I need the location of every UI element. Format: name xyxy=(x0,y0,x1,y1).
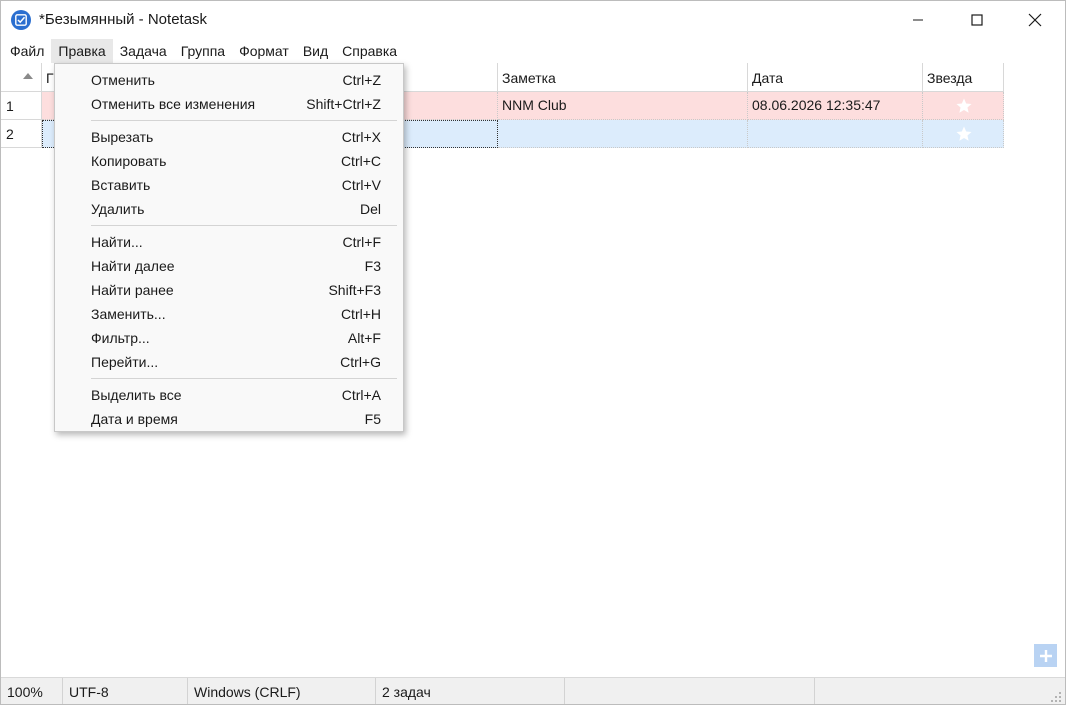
status-encoding: UTF-8 xyxy=(63,678,188,704)
row-number[interactable]: 2 xyxy=(1,120,42,148)
menu-separator xyxy=(91,378,397,379)
app-checkbox-icon xyxy=(11,10,31,30)
star-cell[interactable] xyxy=(923,92,1004,120)
menu-item-copy[interactable]: Копировать Ctrl+C xyxy=(55,149,403,173)
menu-edit[interactable]: Правка xyxy=(51,39,113,63)
menu-item-delete[interactable]: Удалить Del xyxy=(55,197,403,221)
status-task-count: 2 задач xyxy=(376,678,565,704)
note-cell[interactable] xyxy=(498,120,748,148)
menu-item-goto[interactable]: Перейти... Ctrl+G xyxy=(55,350,403,374)
edit-menu-dropdown: Отменить Ctrl+Z Отменить все изменения S… xyxy=(54,63,404,432)
maximize-button[interactable] xyxy=(954,1,1000,39)
close-icon xyxy=(1028,13,1042,27)
menu-item-replace[interactable]: Заменить... Ctrl+H xyxy=(55,302,403,326)
star-cell[interactable] xyxy=(923,120,1004,148)
title-bar[interactable]: *Безымянный - Notetask xyxy=(1,1,1065,39)
star-icon[interactable] xyxy=(955,125,973,143)
date-cell[interactable] xyxy=(748,120,923,148)
header-date[interactable]: Дата xyxy=(748,63,923,92)
menu-item-date-time[interactable]: Дата и время F5 xyxy=(55,407,403,431)
menu-item-select-all[interactable]: Выделить все Ctrl+A xyxy=(55,383,403,407)
add-task-button[interactable] xyxy=(1034,644,1057,667)
menu-item-undo-all[interactable]: Отменить все изменения Shift+Ctrl+Z xyxy=(55,92,403,116)
status-zoom: 100% xyxy=(1,678,63,704)
star-icon[interactable] xyxy=(955,97,973,115)
menu-format[interactable]: Формат xyxy=(232,39,296,63)
menu-item-paste[interactable]: Вставить Ctrl+V xyxy=(55,173,403,197)
status-empty-1 xyxy=(565,678,815,704)
row-number[interactable]: 1 xyxy=(1,92,42,120)
menu-item-cut[interactable]: Вырезать Ctrl+X xyxy=(55,125,403,149)
date-cell[interactable]: 08.06.2026 12:35:47 xyxy=(748,92,923,120)
close-button[interactable] xyxy=(1012,1,1058,39)
note-cell[interactable]: NNM Club xyxy=(498,92,748,120)
header-star[interactable]: Звезда xyxy=(923,63,1004,92)
menu-item-find-previous[interactable]: Найти ранее Shift+F3 xyxy=(55,278,403,302)
menu-help[interactable]: Справка xyxy=(335,39,404,63)
menu-task[interactable]: Задача xyxy=(113,39,174,63)
menu-view[interactable]: Вид xyxy=(296,39,335,63)
menu-bar: Файл Правка Задача Группа Формат Вид Спр… xyxy=(1,39,1065,63)
sort-ascending-icon xyxy=(23,73,33,79)
plus-icon xyxy=(1039,649,1052,662)
menu-item-filter[interactable]: Фильтр... Alt+F xyxy=(55,326,403,350)
status-line-endings: Windows (CRLF) xyxy=(188,678,376,704)
header-note[interactable]: Заметка xyxy=(498,63,748,92)
minimize-button[interactable] xyxy=(895,1,941,39)
resize-grip-icon[interactable] xyxy=(1050,690,1062,702)
status-bar: 100% UTF-8 Windows (CRLF) 2 задач xyxy=(1,677,1065,704)
menu-separator xyxy=(91,225,397,226)
menu-separator xyxy=(91,120,397,121)
header-rownum[interactable] xyxy=(1,63,42,92)
menu-file[interactable]: Файл xyxy=(3,39,51,63)
menu-item-undo[interactable]: Отменить Ctrl+Z xyxy=(55,68,403,92)
window-title: *Безымянный - Notetask xyxy=(39,11,208,28)
app-window: *Безымянный - Notetask Файл Правка Задач… xyxy=(0,0,1066,705)
menu-group[interactable]: Группа xyxy=(174,39,232,63)
menu-item-find-next[interactable]: Найти далее F3 xyxy=(55,254,403,278)
menu-item-find[interactable]: Найти... Ctrl+F xyxy=(55,230,403,254)
